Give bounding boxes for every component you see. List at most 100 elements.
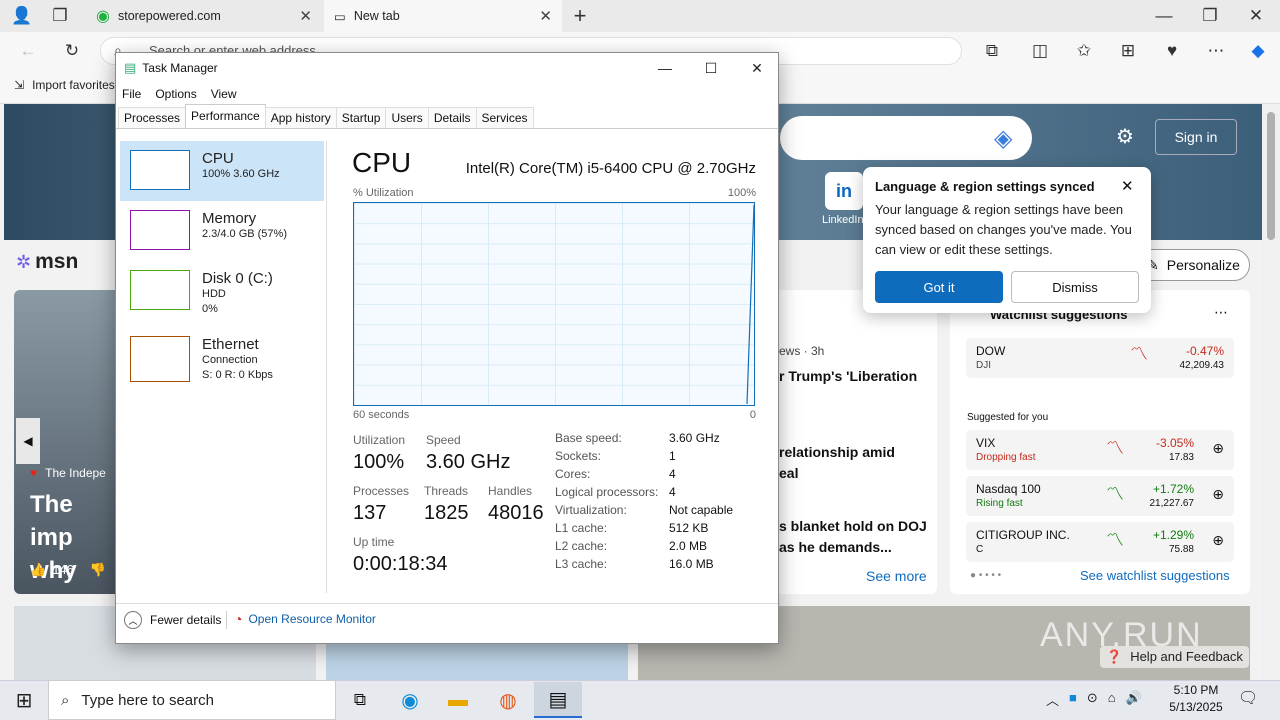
- help-feedback-button[interactable]: ❓ Help and Feedback: [1100, 646, 1249, 668]
- windows-start-icon[interactable]: ⊞: [0, 682, 48, 718]
- clock-time: 5:10 PM: [1173, 683, 1219, 697]
- scrollbar-thumb[interactable]: [1267, 112, 1275, 240]
- personalize-button[interactable]: ✎ Personalize: [1136, 249, 1250, 281]
- carousel-prev-icon[interactable]: ◀: [16, 418, 40, 464]
- processes-value: 137: [353, 502, 387, 524]
- hero-story-card[interactable]: ◀ ♥ The Indepe The imp why 👍 146 👎: [14, 290, 116, 594]
- volume-icon[interactable]: 🔊: [1126, 690, 1142, 709]
- help-feedback-label: Help and Feedback: [1130, 649, 1243, 664]
- msn-logo[interactable]: ✲ msn: [16, 250, 78, 274]
- resource-memory[interactable]: Memory 2.3/4.0 GB (57%): [120, 201, 324, 261]
- page-scrollbar[interactable]: [1262, 104, 1280, 680]
- tab-startup[interactable]: Startup: [335, 107, 387, 128]
- collections-icon[interactable]: ⊞: [1114, 37, 1142, 65]
- performance-icon[interactable]: ♥: [1158, 37, 1186, 65]
- dismiss-button[interactable]: Dismiss: [1011, 271, 1139, 303]
- pagination-dots[interactable]: ● • • • •: [970, 570, 1001, 581]
- file-explorer-icon[interactable]: ▬: [434, 682, 482, 718]
- split-screen-icon[interactable]: ◫: [1026, 37, 1054, 65]
- network-icon[interactable]: ⌂: [1108, 690, 1116, 709]
- resource-detail-2: 0%: [202, 303, 218, 315]
- see-watchlist-link[interactable]: See watchlist suggestions: [1080, 568, 1230, 583]
- tm-minimize-icon[interactable]: —: [642, 53, 688, 83]
- open-resource-monitor-link[interactable]: ◔ Open Resource Monitor: [234, 611, 376, 627]
- clock[interactable]: 5:10 PM 5/13/2025: [1160, 682, 1232, 716]
- tab-details[interactable]: Details: [427, 107, 477, 128]
- resource-cpu[interactable]: CPU 100% 3.60 GHz: [120, 141, 324, 201]
- settings-gear-icon[interactable]: ⚙: [1116, 124, 1134, 149]
- stock-row-vix[interactable]: VIX Dropping fast 〽 -3.05% 17.83 ⊕: [966, 430, 1234, 470]
- spec-key: Virtualization:: [555, 503, 627, 517]
- search-icon: ⌕: [61, 691, 70, 709]
- menu-dots-icon[interactable]: ⋯: [1202, 37, 1230, 65]
- favorites-icon[interactable]: ✩: [1070, 37, 1098, 65]
- tm-title: Task Manager: [142, 61, 218, 75]
- sign-in-button[interactable]: Sign in: [1155, 119, 1237, 155]
- task-manager-taskbar-icon[interactable]: ▤: [534, 682, 582, 718]
- back-icon[interactable]: ←: [14, 37, 42, 65]
- stock-row-citigroup[interactable]: CITIGROUP INC. C 〽 +1.29% 75.88 ⊕: [966, 522, 1234, 562]
- tab-processes[interactable]: Processes: [118, 107, 187, 128]
- notification-icon[interactable]: 🗨: [1238, 688, 1258, 708]
- edge-icon[interactable]: ◉: [386, 682, 434, 718]
- stock-row-dow[interactable]: DOW DJI 〽 -0.47% 42,209.43: [966, 338, 1234, 378]
- disk-thumbnail: [130, 270, 190, 310]
- tab-users[interactable]: Users: [385, 107, 429, 128]
- resource-detail: HDD: [202, 288, 226, 300]
- tab-actions-icon[interactable]: ❐: [46, 2, 74, 30]
- news-headline-3[interactable]: s blanket hold on DOJ as he demands...: [779, 516, 927, 558]
- menu-view[interactable]: View: [211, 87, 237, 101]
- firefox-icon[interactable]: ◍: [484, 682, 532, 718]
- tm-close-icon[interactable]: ✕: [734, 53, 780, 83]
- tray-app-icon[interactable]: ■: [1069, 690, 1077, 709]
- tab-new-tab[interactable]: ▭ New tab ✕: [324, 0, 562, 32]
- tray-device-icon[interactable]: ⊙: [1087, 690, 1098, 709]
- restore-icon[interactable]: ❐: [1196, 2, 1224, 30]
- see-more-link[interactable]: See more: [866, 568, 927, 584]
- tray-chevron-icon[interactable]: ︿: [1046, 690, 1059, 709]
- extensions-icon[interactable]: ⧉: [978, 37, 1006, 65]
- close-tab-icon[interactable]: ✕: [299, 7, 312, 25]
- tab-services[interactable]: Services: [475, 107, 534, 128]
- import-favorites-link[interactable]: ⇲ Import favorites: [14, 78, 115, 92]
- got-it-button[interactable]: Got it: [875, 271, 1003, 303]
- utilization-value: 100%: [353, 451, 405, 473]
- news-headline-2[interactable]: relationship amid eal: [779, 442, 895, 484]
- close-window-icon[interactable]: ✕: [1242, 2, 1270, 30]
- like-button[interactable]: 👍 146 👎: [30, 562, 106, 578]
- resource-detail: Connection: [202, 354, 258, 366]
- tab-app-history[interactable]: App history: [264, 107, 337, 128]
- tab-performance[interactable]: Performance: [185, 104, 266, 128]
- fewer-details-button[interactable]: ︿ Fewer details: [124, 611, 221, 629]
- personalize-label: Personalize: [1166, 257, 1240, 273]
- threads-label: Threads: [424, 484, 469, 498]
- profile-icon[interactable]: 👤: [8, 2, 36, 30]
- new-tab-icon[interactable]: +: [566, 2, 594, 30]
- taskbar-search[interactable]: ⌕ Type here to search: [48, 680, 336, 720]
- menu-options[interactable]: Options: [155, 87, 196, 101]
- resource-ethernet[interactable]: Ethernet Connection S: 0 R: 0 Kbps: [120, 327, 324, 387]
- close-tab-icon[interactable]: ✕: [539, 7, 552, 25]
- copilot-logo-icon[interactable]: ◈: [994, 124, 1012, 153]
- tm-maximize-icon[interactable]: ☐: [688, 53, 734, 83]
- stock-price: 21,227.67: [1149, 498, 1195, 509]
- thumbs-down-icon[interactable]: 👎: [90, 562, 106, 578]
- minimize-icon[interactable]: —: [1150, 2, 1178, 30]
- add-stock-icon[interactable]: ⊕: [1212, 486, 1224, 503]
- stock-row-nasdaq[interactable]: Nasdaq 100 Rising fast 〽 +1.72% 21,227.6…: [966, 476, 1234, 516]
- popup-body: Your language & region settings have bee…: [875, 202, 1132, 257]
- copilot-icon[interactable]: ◆: [1244, 37, 1272, 65]
- watchlist-menu-icon[interactable]: ⋯: [1214, 304, 1228, 321]
- time-axis-label: 60 seconds: [353, 409, 410, 421]
- menu-file[interactable]: File: [122, 87, 141, 101]
- stock-change: +1.72%: [1152, 482, 1194, 496]
- linkedin-icon[interactable]: in: [825, 172, 863, 210]
- news-headline-1[interactable]: r Trump's 'Liberation: [779, 368, 917, 384]
- refresh-icon[interactable]: ↻: [58, 37, 86, 65]
- resource-disk[interactable]: Disk 0 (C:) HDD 0%: [120, 261, 324, 321]
- task-view-icon[interactable]: ⧉: [336, 682, 384, 718]
- add-stock-icon[interactable]: ⊕: [1212, 532, 1224, 549]
- add-stock-icon[interactable]: ⊕: [1212, 440, 1224, 457]
- tab-storepowered[interactable]: ◉ storepowered.com ✕: [86, 0, 322, 32]
- popup-close-icon[interactable]: ✕: [1121, 177, 1134, 195]
